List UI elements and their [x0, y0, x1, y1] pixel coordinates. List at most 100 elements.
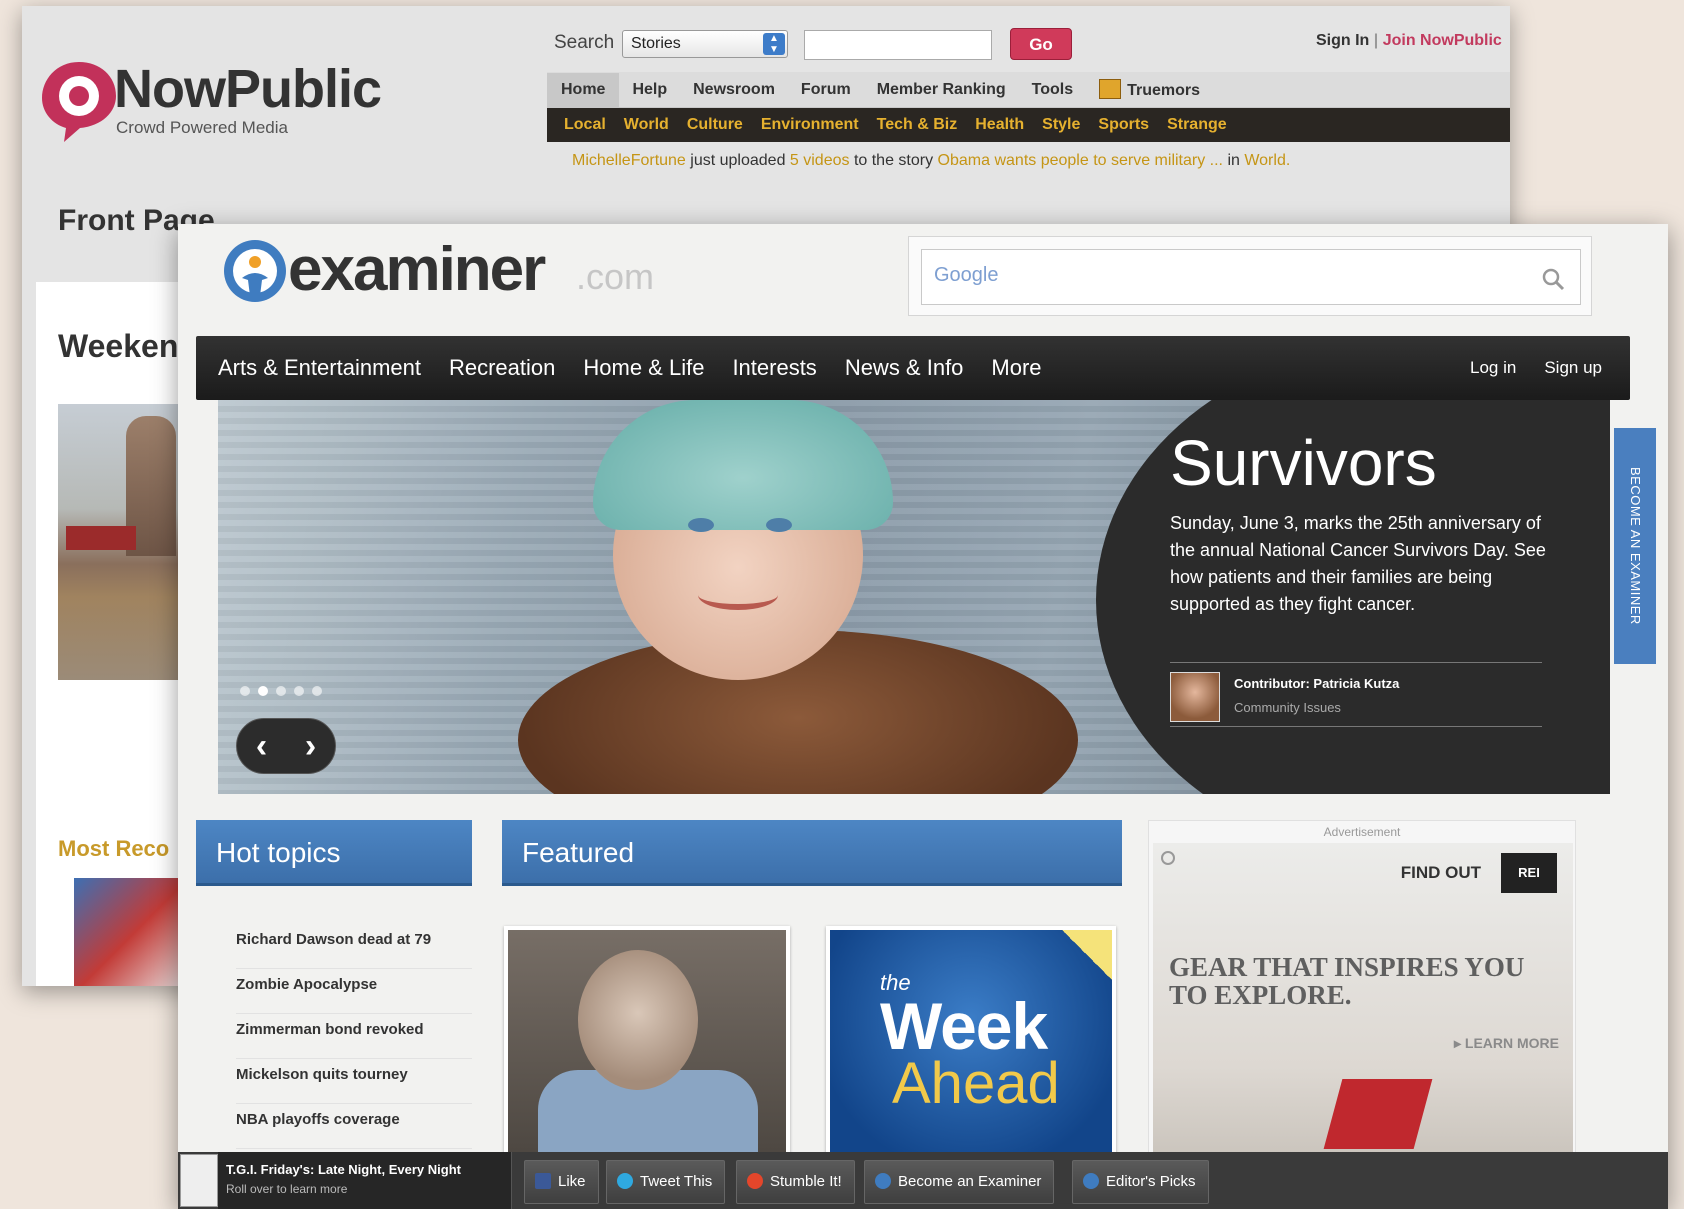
photo-vehicle	[66, 526, 136, 550]
section-environment[interactable]: Environment	[752, 116, 868, 134]
search-icon[interactable]	[1540, 266, 1566, 292]
search-label: Search	[554, 32, 615, 53]
chevron-left-icon[interactable]: ‹	[256, 727, 267, 766]
carousel-dot[interactable]	[294, 686, 304, 696]
hero-blurb: Sunday, June 3, marks the 25th anniversa…	[1170, 513, 1546, 614]
nav-interests[interactable]: Interests	[718, 355, 830, 381]
page-curl	[1062, 930, 1112, 980]
contributor-avatar[interactable]	[1170, 672, 1220, 722]
ad-find-out: FIND OUT	[1400, 863, 1481, 882]
nav-home[interactable]: Home	[547, 72, 620, 107]
contributor-name[interactable]: Contributor: Patricia Kutza	[1234, 676, 1399, 691]
search-type-select[interactable]: Stories ▲ ▼	[622, 30, 788, 58]
main-nav: Arts & Entertainment Recreation Home & L…	[196, 336, 1630, 400]
featured-zombie-image[interactable]	[504, 926, 790, 1156]
nav-recreation[interactable]: Recreation	[435, 355, 569, 381]
hero-headscarf	[593, 400, 893, 530]
nav-truemors[interactable]: Truemors	[1086, 79, 1213, 100]
zombie-face	[578, 950, 698, 1090]
ticker-count[interactable]: 5 videos	[790, 152, 850, 169]
hot-topic-item[interactable]: Richard Dawson dead at 79	[236, 924, 472, 969]
like-label: Like	[558, 1173, 586, 1190]
become-examiner-tab[interactable]: BECOME AN EXAMINER	[1614, 428, 1656, 664]
carousel-arrows: ‹ ›	[236, 718, 336, 774]
hero-smile	[698, 580, 778, 610]
story-photo[interactable]	[58, 404, 198, 680]
story-thumbnail[interactable]	[74, 878, 194, 986]
hero-title[interactable]: Survivors	[1170, 426, 1437, 500]
become-examiner-button[interactable]: Become an Examiner	[864, 1160, 1055, 1204]
search-box: Google	[908, 236, 1592, 316]
carousel-dot[interactable]	[240, 686, 250, 696]
section-world[interactable]: World	[615, 116, 678, 134]
section-local[interactable]: Local	[555, 116, 615, 134]
carousel-dot[interactable]	[276, 686, 286, 696]
ad-rei-logo: REI	[1501, 853, 1557, 893]
carousel-dots	[240, 686, 322, 696]
tgi-promo[interactable]: T.G.I. Friday's: Late Night, Every Night…	[218, 1152, 512, 1209]
ad-label: Advertisement	[1323, 825, 1401, 839]
bottom-toolbar: T.G.I. Friday's: Late Night, Every Night…	[178, 1152, 1668, 1209]
nav-tools[interactable]: Tools	[1019, 81, 1086, 99]
hot-topics-header: Hot topics	[196, 820, 472, 886]
section-nav: Local World Culture Environment Tech & B…	[547, 108, 1510, 142]
ad-banner[interactable]: FIND OUT REI GEAR THAT INSPIRES YOU TO E…	[1153, 843, 1573, 1163]
section-culture[interactable]: Culture	[678, 116, 752, 134]
chevron-right-icon[interactable]: ›	[305, 727, 316, 766]
go-button[interactable]: Go	[1010, 28, 1072, 60]
featured-week-ahead-image[interactable]: the Week Ahead	[826, 926, 1116, 1156]
ticker-story[interactable]: Obama wants people to serve military ...	[938, 152, 1223, 169]
nav-home-life[interactable]: Home & Life	[569, 355, 718, 381]
examiner-icon	[875, 1173, 891, 1189]
examiner-logo-icon	[224, 240, 286, 302]
tgi-title: T.G.I. Friday's: Late Night, Every Night	[226, 1162, 461, 1177]
editors-picks-button[interactable]: Editor's Picks	[1072, 1160, 1209, 1204]
tgi-subtitle: Roll over to learn more	[226, 1182, 348, 1196]
ticker-user[interactable]: MichelleFortune	[572, 152, 686, 169]
carousel-dot[interactable]	[312, 686, 322, 696]
tgi-thumbnail[interactable]	[180, 1154, 218, 1207]
join-link[interactable]: Join NowPublic	[1383, 32, 1502, 49]
nav-arts-entertainment[interactable]: Arts & Entertainment	[204, 355, 435, 381]
section-tech-biz[interactable]: Tech & Biz	[868, 116, 967, 134]
contributor-category[interactable]: Community Issues	[1234, 700, 1341, 715]
section-heading-weekend: Weeken	[58, 328, 179, 364]
hot-topic-item[interactable]: Zimmerman bond revoked	[236, 1014, 472, 1059]
sign-in-link[interactable]: Sign In	[1316, 32, 1369, 49]
nav-news-info[interactable]: News & Info	[831, 355, 978, 381]
hot-topic-item[interactable]: Zombie Apocalypse	[236, 969, 472, 1014]
nav-help[interactable]: Help	[619, 81, 680, 99]
ticker-section[interactable]: World.	[1244, 152, 1290, 169]
nav-newsroom[interactable]: Newsroom	[680, 81, 788, 99]
search-input[interactable]	[804, 30, 992, 60]
section-health[interactable]: Health	[966, 116, 1033, 134]
section-heading-most-recent: Most Reco	[58, 836, 170, 861]
nav-member-ranking[interactable]: Member Ranking	[864, 81, 1019, 99]
nowpublic-brand[interactable]: NowPublic	[114, 58, 382, 120]
section-sports[interactable]: Sports	[1089, 116, 1158, 134]
stumble-button[interactable]: Stumble It!	[736, 1160, 855, 1204]
nav-more[interactable]: More	[977, 355, 1055, 381]
examiner-icon	[1083, 1173, 1099, 1189]
signup-link[interactable]: Sign up	[1544, 358, 1602, 378]
ad-learn-more[interactable]: ▸ LEARN MORE	[1454, 1035, 1559, 1052]
google-search-input[interactable]: Google	[921, 249, 1581, 305]
examiner-brand-suffix: .com	[576, 256, 655, 297]
login-link[interactable]: Log in	[1470, 358, 1516, 378]
hot-topic-item[interactable]: NBA playoffs coverage	[236, 1104, 472, 1149]
like-button[interactable]: Like	[524, 1160, 599, 1204]
nav-forum[interactable]: Forum	[788, 81, 864, 99]
hot-topics-list: Richard Dawson dead at 79 Zombie Apocaly…	[236, 924, 472, 1149]
tweet-button[interactable]: Tweet This	[606, 1160, 726, 1204]
hero-carousel[interactable]: Survivors Sunday, June 3, marks the 25th…	[218, 400, 1610, 794]
truemors-icon	[1099, 79, 1122, 99]
section-style[interactable]: Style	[1033, 116, 1089, 134]
twitter-bird-icon	[617, 1173, 633, 1189]
carousel-dot-active[interactable]	[258, 686, 268, 696]
hot-topic-item[interactable]: Mickelson quits tourney	[236, 1059, 472, 1104]
examiner-brand[interactable]: examiner	[288, 234, 546, 305]
ad-info-icon[interactable]	[1161, 851, 1175, 865]
account-links: Sign In | Join NowPublic	[1316, 32, 1502, 49]
week-ahead-ahead: Ahead	[892, 1051, 1060, 1116]
section-strange[interactable]: Strange	[1158, 116, 1236, 134]
